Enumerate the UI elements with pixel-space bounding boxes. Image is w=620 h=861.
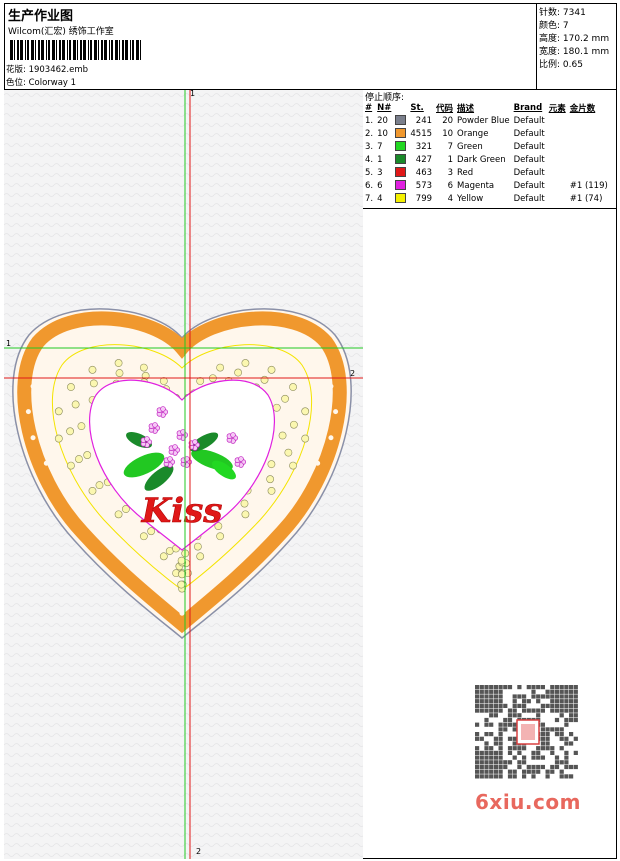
color-swatch: [395, 141, 407, 152]
sequin-dot: [177, 556, 186, 565]
design-file-row: 花版: 1903462.emb: [6, 63, 88, 75]
sequin-dot: [159, 552, 168, 561]
sequin-dot: [266, 475, 275, 484]
stat-stitches: 针数: 7341: [539, 8, 586, 18]
table-row: 7. 4 799 4 Yellow Default #1 (74): [365, 193, 603, 204]
sequin-dot: [272, 403, 281, 412]
table-row: 2. 10 4515 10 Orange Default: [365, 128, 545, 139]
color-swatch: [395, 193, 407, 204]
sequin-dot: [177, 580, 186, 589]
sequin-dot: [278, 431, 287, 440]
marker-bottom: 2: [196, 847, 202, 856]
sequin-dot: [139, 363, 148, 372]
sequin-dot: [216, 363, 225, 372]
sequin-dot: [71, 400, 80, 409]
sequin-dot: [289, 420, 298, 429]
sequin-dot: [66, 427, 75, 436]
sequin-dot: [139, 532, 148, 541]
sequin-dot: [260, 375, 269, 384]
stat-height: 高度: 170.2 mm: [539, 34, 610, 44]
sequin-dot: [193, 542, 202, 551]
qr-code-image: [472, 682, 582, 782]
sequin-dot: [83, 451, 92, 459]
sequin-dot: [267, 365, 276, 374]
stat-width: 宽度: 180.1 mm: [539, 47, 610, 57]
sequin-dot: [89, 379, 98, 388]
embroidery-design: Kiss: [4, 90, 363, 859]
stats-panel: 针数: 7341 颜色: 7 高度: 170.2 mm 宽度: 180.1 mm…: [537, 3, 617, 90]
sequin-dot: [216, 532, 225, 541]
sequin-dot: [196, 377, 205, 385]
color-swatch: [395, 128, 407, 139]
sequin-dot: [77, 422, 86, 431]
sequin-dot: [240, 499, 249, 508]
sequin-dot: [114, 359, 123, 367]
color-swatch: [395, 180, 407, 191]
sequin-dot: [241, 510, 250, 519]
table-row: 4. 1 427 1 Dark Green Default: [365, 154, 545, 165]
sequin-dot: [54, 434, 63, 443]
sequin-dot: [301, 434, 310, 443]
sequin-dot: [267, 486, 276, 495]
table-header: # N# St. 代码 描述 Brand 元素 金片数: [365, 103, 596, 114]
marker-left: 1: [6, 339, 12, 348]
watermark-text: 6xiu.com: [475, 790, 581, 814]
sequin-dot: [54, 407, 63, 416]
sequin-dot: [289, 383, 297, 391]
sequin-dot: [289, 461, 297, 470]
sequin-dot: [159, 377, 168, 385]
sequin-dot: [196, 552, 205, 561]
table-row: 6. 6 573 6 Magenta Default #1 (119): [365, 180, 608, 191]
table-row: 1. 20 241 20 Powder Blue Default: [365, 115, 545, 126]
color-swatch: [395, 115, 407, 126]
sequin-dot: [234, 368, 243, 377]
table-row: 5. 3 463 3 Red Default: [365, 167, 545, 178]
sequin-dot: [88, 365, 97, 374]
color-swatch: [395, 167, 407, 178]
stop-sequence-table: # N# St. 代码 描述 Brand 元素 金片数 1. 20 241 20 Pow…: [363, 102, 610, 205]
design-preview-panel: Kiss 1 1 2 2: [4, 89, 363, 859]
sequin-dot: [114, 510, 123, 519]
sequin-dot: [284, 448, 293, 457]
sequin-dot: [75, 455, 83, 463]
sequin-dot: [178, 570, 186, 579]
sequin-dot: [301, 407, 310, 416]
header-panel: 生产作业图 Wilcom(汇宏) 绣饰工作室 花版: 1903462.emb 色…: [4, 3, 537, 90]
sequin-dot: [88, 486, 97, 495]
design-file-value: 1903462.emb: [28, 65, 89, 75]
stat-scale: 比例: 0.65: [539, 60, 583, 70]
marker-top: 1: [190, 89, 196, 98]
design-file-label: 花版:: [6, 65, 26, 75]
page-title: 生产作业图: [8, 9, 74, 24]
stop-sequence-panel: 停止顺序: # N# St. 代码 描述 Brand 元素 金片数 1. 20 24…: [363, 90, 617, 209]
marker-right: 2: [350, 369, 356, 378]
color-swatch: [395, 154, 407, 165]
sequin-dot: [281, 394, 289, 403]
sequin-dot: [67, 461, 75, 470]
colorway-value: Colorway 1: [28, 78, 77, 88]
table-row: 3. 7 321 7 Green Default: [365, 141, 545, 152]
barcode-image: [10, 40, 141, 60]
colorway-label: 色位:: [6, 78, 26, 88]
sequin-dot: [267, 460, 276, 469]
sequin-dot: [67, 383, 75, 391]
kiss-lettering: Kiss: [141, 491, 223, 531]
company-name: Wilcom(汇宏) 绣饰工作室: [8, 27, 114, 37]
sequin-dot: [95, 481, 104, 490]
colorway-row: 色位: Colorway 1: [6, 76, 76, 88]
sequin-dot: [115, 369, 124, 377]
stat-colors: 颜色: 7: [539, 21, 569, 31]
sequin-dot: [241, 359, 250, 367]
